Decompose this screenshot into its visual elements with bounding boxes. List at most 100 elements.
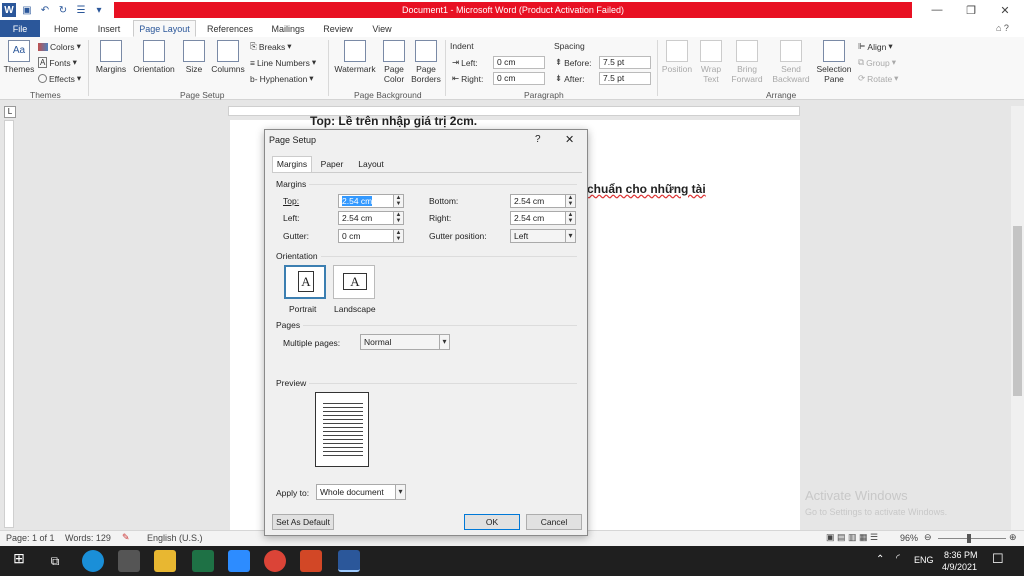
- tab-margins[interactable]: Margins: [272, 156, 312, 172]
- top-margin-input[interactable]: 2.54 cm ▲ ▼: [338, 194, 404, 208]
- redo-icon[interactable]: ↻: [56, 3, 70, 17]
- spinner-arrows-icon[interactable]: ▲ ▼: [393, 195, 403, 207]
- page-borders-button[interactable]: Page Borders: [410, 40, 442, 84]
- line-numbers-button[interactable]: ≡ Line Numbers ▾: [250, 57, 316, 68]
- tab-file[interactable]: File: [0, 20, 40, 37]
- spacing-before-input[interactable]: 7.5 pt: [599, 56, 651, 69]
- edge-icon[interactable]: [82, 550, 104, 572]
- cancel-button[interactable]: Cancel: [526, 514, 582, 530]
- rotate-button[interactable]: ⟳ Rotate ▾: [858, 73, 898, 84]
- tab-home[interactable]: Home: [47, 20, 85, 37]
- windows-start-icon[interactable]: ⊞: [8, 550, 30, 572]
- ok-button[interactable]: OK: [464, 514, 520, 530]
- word-count[interactable]: Words: 129: [65, 533, 111, 543]
- view-buttons[interactable]: ▣ ▤ ▥ ▦ ☰: [826, 532, 878, 543]
- tab-page-layout[interactable]: Page Layout: [133, 20, 196, 37]
- themes-button[interactable]: Aa Themes: [3, 40, 35, 74]
- tab-paper[interactable]: Paper: [315, 157, 349, 172]
- minimize-button[interactable]: —: [920, 0, 954, 20]
- store-icon[interactable]: [118, 550, 140, 572]
- tab-review[interactable]: Review: [318, 20, 358, 37]
- input-language[interactable]: ENG: [914, 555, 934, 565]
- zoom-level[interactable]: 96%: [900, 533, 918, 543]
- page-color-button[interactable]: Page Color: [380, 40, 408, 84]
- colors-button[interactable]: Colors ▾: [38, 41, 81, 52]
- customize-qat-icon[interactable]: ▾: [92, 3, 106, 17]
- margins-button[interactable]: Margins: [94, 40, 128, 74]
- tray-chevron-icon[interactable]: ⌃: [876, 554, 884, 565]
- chevron-down-icon[interactable]: ▾: [565, 230, 575, 242]
- zoom-out-icon[interactable]: ⊖: [924, 532, 932, 543]
- send-backward-button[interactable]: Send Backward: [770, 40, 812, 84]
- file-explorer-icon[interactable]: [154, 550, 176, 572]
- vertical-scrollbar[interactable]: [1011, 106, 1024, 530]
- bring-forward-button[interactable]: Bring Forward: [727, 40, 767, 84]
- word-taskbar-icon[interactable]: [338, 550, 360, 572]
- orientation-button[interactable]: Orientation: [130, 40, 178, 74]
- multiple-pages-select[interactable]: Normal ▾: [360, 334, 450, 350]
- notifications-icon[interactable]: ☐: [992, 551, 1004, 567]
- excel-icon[interactable]: [192, 550, 214, 572]
- task-view-icon[interactable]: ⧉: [44, 550, 66, 572]
- portrait-option[interactable]: A: [284, 265, 326, 299]
- effects-button[interactable]: Effects ▾: [38, 73, 81, 84]
- close-window-button[interactable]: ✕: [988, 0, 1022, 20]
- indent-left-input[interactable]: 0 cm: [493, 56, 545, 69]
- zoom-in-icon[interactable]: ⊕: [1009, 532, 1017, 543]
- vertical-ruler[interactable]: [4, 120, 14, 528]
- undo-icon[interactable]: ↶: [38, 3, 52, 17]
- powerpoint-icon[interactable]: [300, 550, 322, 572]
- tab-mailings[interactable]: Mailings: [266, 20, 310, 37]
- spinner-arrows-icon[interactable]: ▲ ▼: [393, 230, 403, 242]
- columns-button[interactable]: Columns: [210, 40, 246, 74]
- spinner-arrows-icon[interactable]: ▲ ▼: [565, 195, 575, 207]
- tab-view[interactable]: View: [366, 20, 398, 37]
- right-margin-input[interactable]: 2.54 cm ▲ ▼: [510, 211, 576, 225]
- section-divider: [309, 383, 577, 384]
- help-icon[interactable]: ⌂ ?: [996, 23, 1009, 33]
- apply-to-select[interactable]: Whole document ▾: [316, 484, 406, 500]
- zoom-app-icon[interactable]: [228, 550, 250, 572]
- language-status[interactable]: English (U.S.): [147, 533, 203, 543]
- spinner-arrows-icon[interactable]: ▲ ▼: [393, 212, 403, 224]
- list-icon[interactable]: ☰: [74, 3, 88, 17]
- chevron-down-icon[interactable]: ▾: [395, 485, 405, 499]
- chevron-down-icon[interactable]: ▾: [439, 335, 449, 349]
- tab-insert[interactable]: Insert: [90, 20, 128, 37]
- dialog-close-button[interactable]: ✕: [565, 133, 574, 146]
- scrollbar-thumb[interactable]: [1013, 226, 1022, 396]
- tab-references[interactable]: References: [203, 20, 257, 37]
- clock-date[interactable]: 4/9/2021: [942, 562, 977, 572]
- gutter-position-select[interactable]: Left ▾: [510, 229, 576, 243]
- selection-pane-button[interactable]: Selection Pane: [815, 40, 853, 84]
- set-as-default-button[interactable]: Set As Default: [272, 514, 334, 530]
- wrap-text-button[interactable]: Wrap Text: [697, 40, 725, 84]
- proofing-icon[interactable]: ✎: [122, 532, 130, 543]
- network-icon[interactable]: ◜: [896, 553, 900, 564]
- group-button[interactable]: ⧉ Group ▾: [858, 57, 896, 68]
- size-button[interactable]: Size: [182, 40, 206, 74]
- align-button[interactable]: ⊫ Align ▾: [858, 41, 893, 52]
- tab-selector-icon[interactable]: L: [4, 106, 16, 118]
- position-button[interactable]: Position: [660, 40, 694, 74]
- tab-layout[interactable]: Layout: [353, 157, 389, 172]
- left-margin-input[interactable]: 2.54 cm ▲ ▼: [338, 211, 404, 225]
- zoom-slider[interactable]: [938, 538, 1006, 539]
- fonts-button[interactable]: A Fonts ▾: [38, 57, 77, 68]
- landscape-option[interactable]: A: [333, 265, 375, 299]
- breaks-button[interactable]: ⎘ Breaks ▾: [250, 41, 292, 52]
- indent-right-input[interactable]: 0 cm: [493, 72, 545, 85]
- page-count[interactable]: Page: 1 of 1: [6, 533, 55, 543]
- save-icon[interactable]: ▣: [20, 3, 34, 17]
- restore-button[interactable]: ❐: [954, 0, 988, 20]
- spinner-arrows-icon[interactable]: ▲ ▼: [565, 212, 575, 224]
- watermark-button[interactable]: Watermark: [333, 40, 377, 74]
- bottom-margin-input[interactable]: 2.54 cm ▲ ▼: [510, 194, 576, 208]
- dialog-help-button[interactable]: ?: [535, 134, 541, 145]
- hyphenation-button[interactable]: b‑ Hyphenation ▾: [250, 73, 314, 84]
- gutter-input[interactable]: 0 cm ▲ ▼: [338, 229, 404, 243]
- clock-time[interactable]: 8:36 PM: [944, 550, 978, 560]
- chrome-icon[interactable]: [264, 550, 286, 572]
- spacing-after-input[interactable]: 7.5 pt: [599, 72, 651, 85]
- zoom-slider-thumb[interactable]: [967, 534, 971, 543]
